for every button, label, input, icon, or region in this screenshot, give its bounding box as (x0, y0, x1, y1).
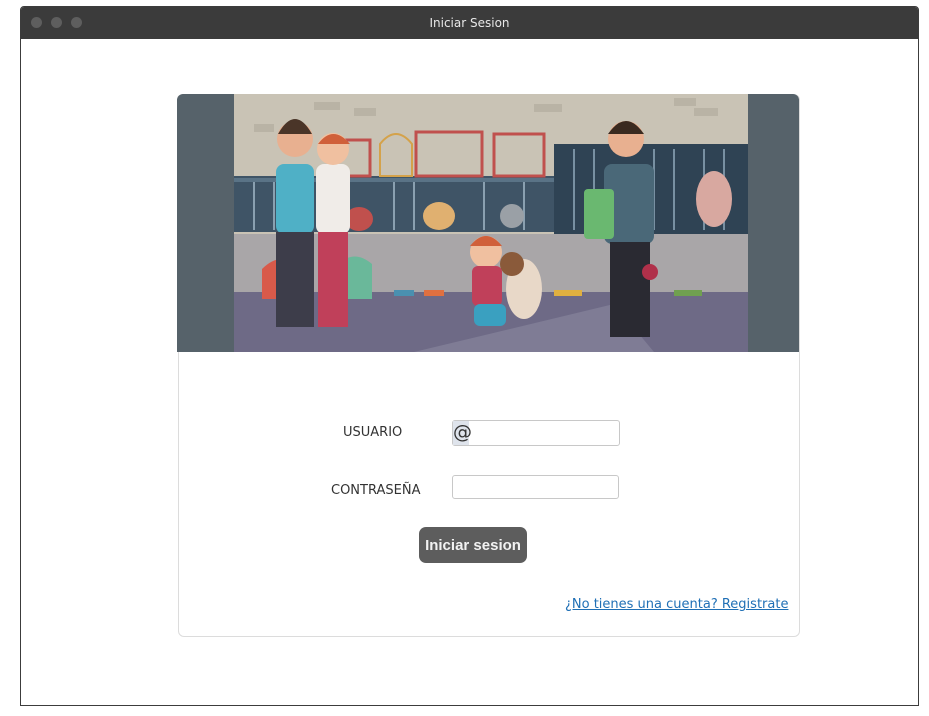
window-title: Iniciar Sesion (429, 16, 510, 30)
app-window: Iniciar Sesion USUARIO @ CONTRASEÑA Inic… (20, 6, 919, 706)
at-icon: @ (453, 421, 472, 445)
username-input[interactable] (452, 420, 620, 446)
username-label: USUARIO (343, 425, 403, 440)
password-input[interactable] (452, 475, 619, 499)
login-button[interactable]: Iniciar sesion (419, 527, 527, 563)
title-bar: Iniciar Sesion (21, 7, 918, 39)
password-label: CONTRASEÑA (331, 483, 421, 498)
pet-shop-illustration (234, 94, 748, 352)
register-link[interactable]: ¿No tienes una cuenta? Registrate (565, 597, 788, 612)
pet-shop-banner-image (177, 94, 799, 352)
